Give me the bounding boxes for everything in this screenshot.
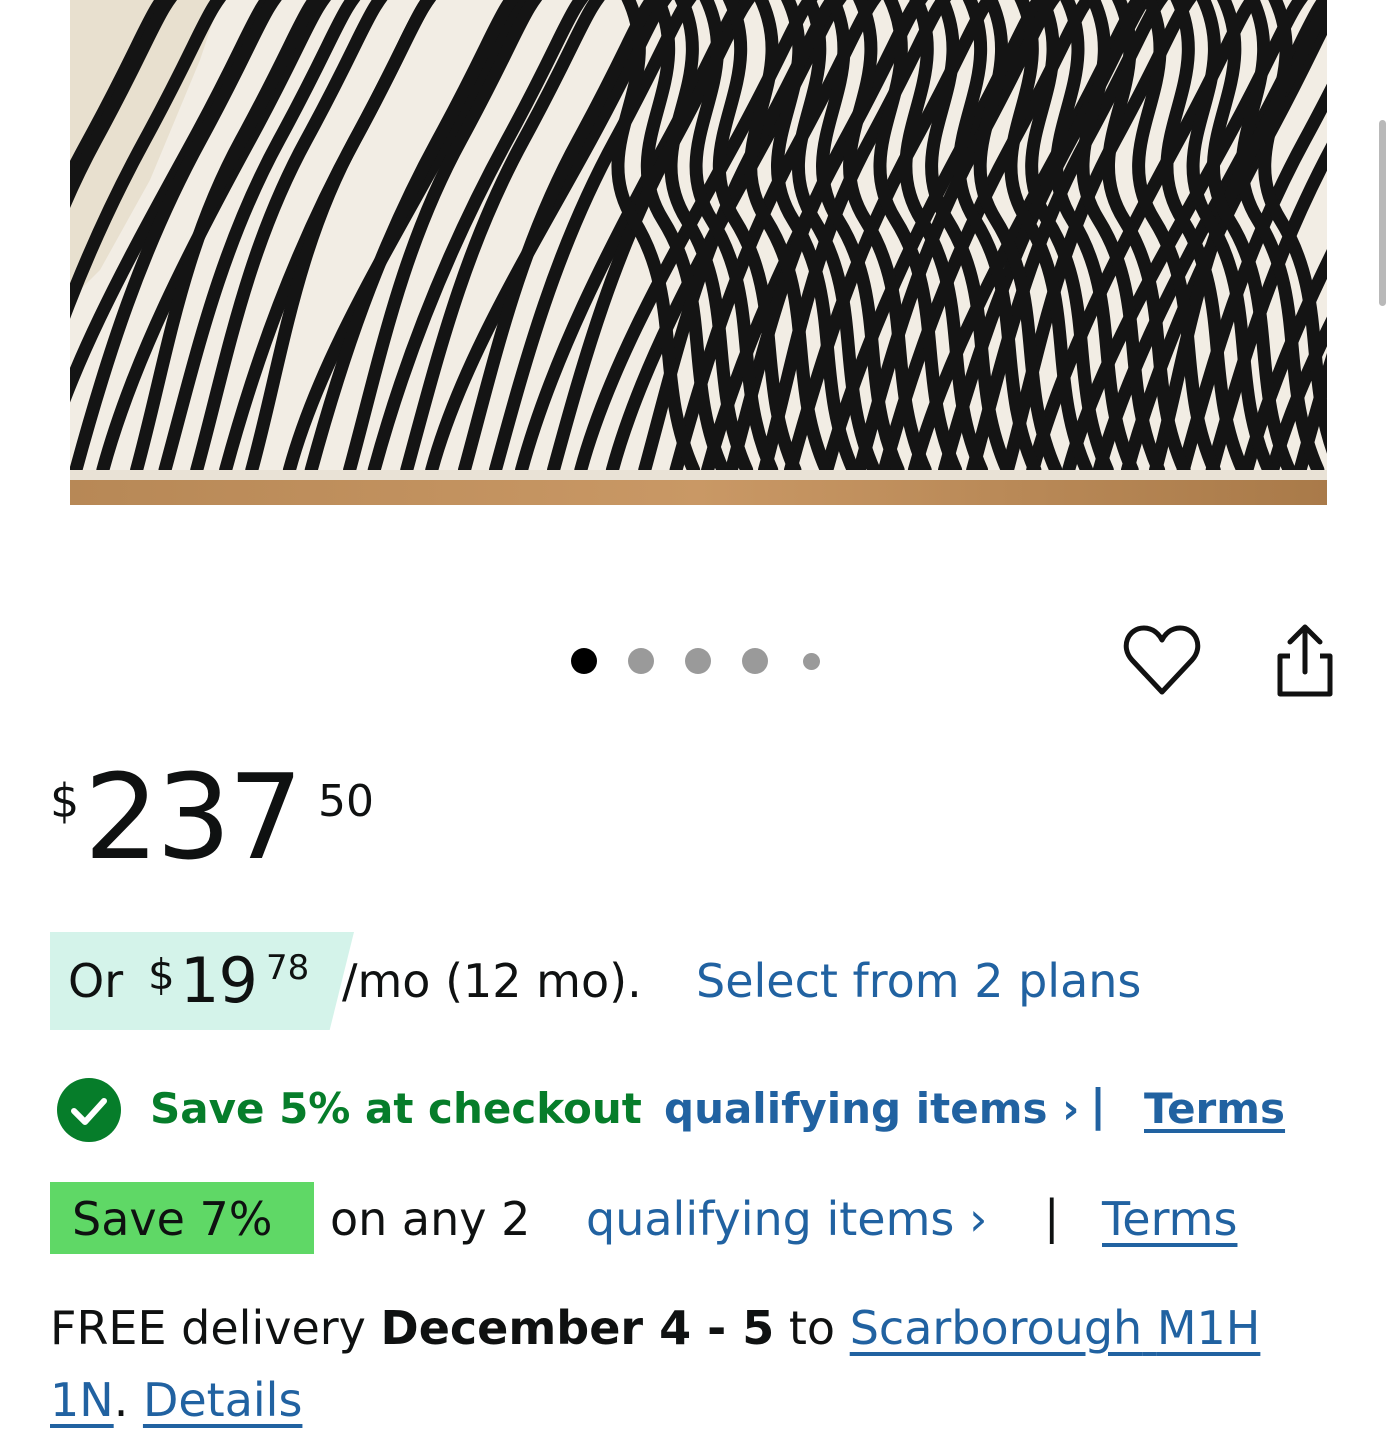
carousel-dot[interactable]: [685, 648, 711, 674]
delivery-details-link[interactable]: Details: [143, 1373, 302, 1427]
carousel-dot[interactable]: [628, 648, 654, 674]
installment-currency-symbol: $: [148, 950, 175, 999]
price-currency-symbol: $: [50, 774, 80, 828]
share-icon[interactable]: [1268, 622, 1340, 700]
terms-link[interactable]: Terms: [1144, 1084, 1285, 1133]
carousel-dot[interactable]: [803, 653, 820, 670]
installment-terms: /mo (12 mo).: [342, 954, 642, 1008]
carousel-dot[interactable]: [742, 648, 768, 674]
delivery-prefix: FREE delivery: [50, 1301, 366, 1355]
installment-amount-whole: 19: [180, 944, 258, 1017]
delivery-to: to: [788, 1301, 836, 1355]
separator: |: [1044, 1190, 1060, 1244]
delivery-dates: December 4 - 5: [380, 1301, 775, 1355]
price-fraction: 50: [318, 776, 374, 827]
scrollbar[interactable]: [1379, 120, 1386, 306]
rug-illustration: [70, 0, 1327, 505]
terms-link[interactable]: Terms: [1102, 1192, 1237, 1246]
delivery-location-city[interactable]: Scarborough: [850, 1301, 1143, 1355]
price-whole: 237: [84, 748, 303, 886]
product-page: $ 237 50 Or $ 19 78 /mo (12 mo). Select …: [0, 0, 1397, 1440]
installment-prefix: Or: [68, 954, 124, 1008]
select-plans-link[interactable]: Select from 2 plans: [696, 954, 1141, 1008]
delivery-info: FREE delivery December 4 - 5 to Scarboro…: [50, 1292, 1350, 1436]
installment-amount-cents: 78: [266, 948, 310, 988]
carousel-dot[interactable]: [571, 648, 597, 674]
separator: |: [1090, 1080, 1107, 1131]
qualifying-items-link[interactable]: qualifying items ›: [664, 1084, 1079, 1133]
delivery-period: .: [113, 1373, 129, 1427]
checkmark-circle-icon: [56, 1077, 122, 1143]
qualifying-items-link[interactable]: qualifying items ›: [586, 1192, 987, 1246]
checkout-saving-text: Save 5% at checkout: [150, 1084, 642, 1133]
product-image[interactable]: [70, 0, 1327, 505]
multi-buy-description: on any 2: [330, 1192, 531, 1246]
heart-outline-icon[interactable]: [1122, 620, 1202, 700]
save-percent-text: Save 7%: [72, 1192, 273, 1246]
